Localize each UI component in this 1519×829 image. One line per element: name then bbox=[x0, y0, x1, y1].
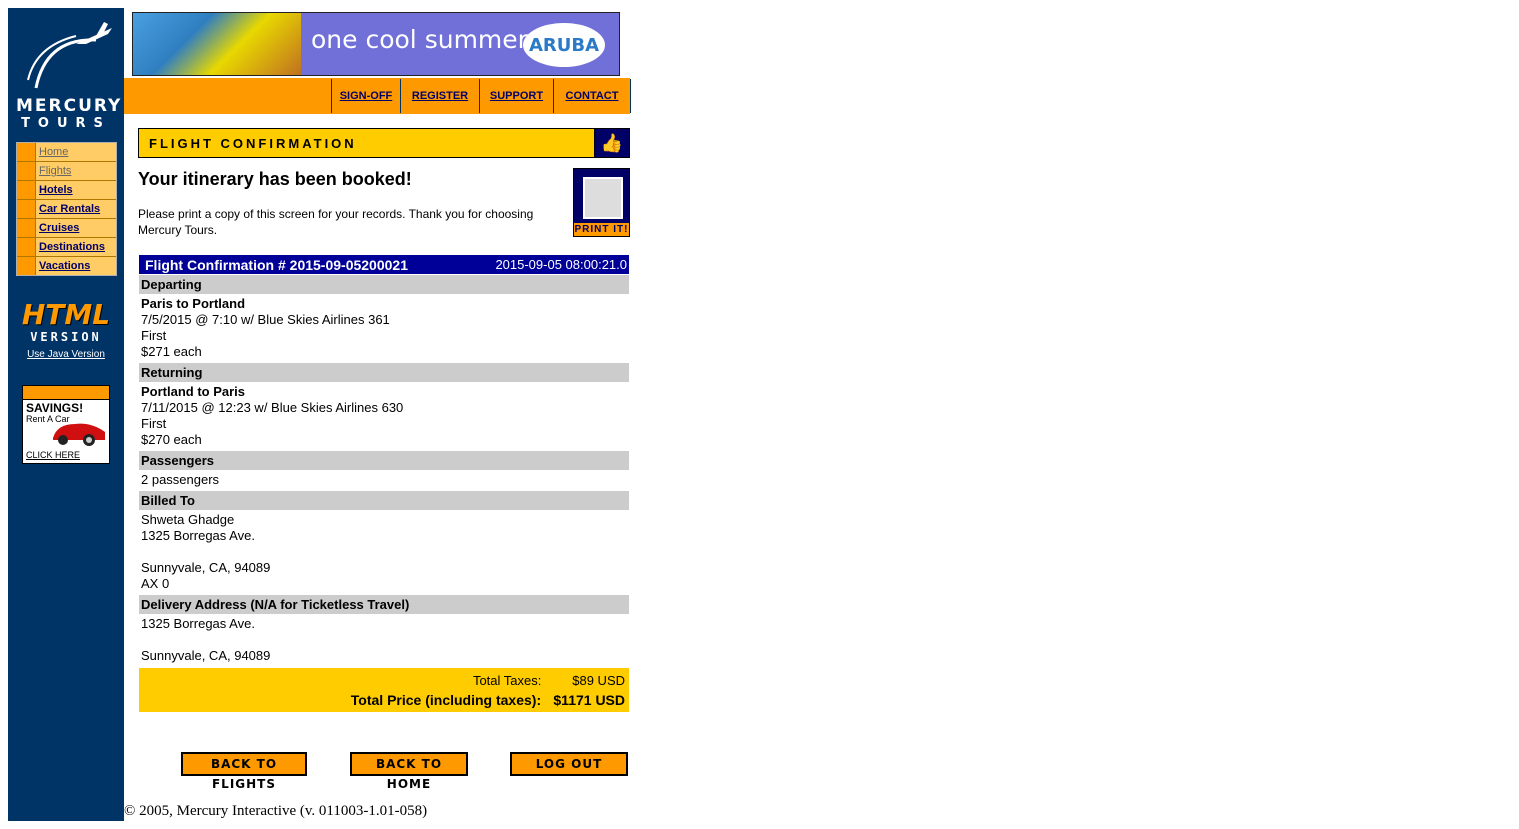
promo-banner[interactable]: one cool summer ARUBA bbox=[132, 12, 620, 76]
confirmation-header: Flight Confirmation # 2015-09-05200021 2… bbox=[139, 255, 629, 274]
thumbs-up-icon: 👍 bbox=[594, 129, 629, 157]
billed-address: 1325 Borregas Ave. bbox=[141, 528, 255, 543]
confirmation-timestamp: 2015-09-05 08:00:21.0 bbox=[495, 257, 627, 272]
sign-off-link[interactable]: SIGN-OFF bbox=[332, 79, 401, 113]
ad-title: SAVINGS! bbox=[26, 401, 84, 415]
sidebar-item-hotels[interactable]: Hotels bbox=[17, 181, 116, 200]
html-version-title: HTML bbox=[21, 298, 111, 331]
billed-city: Sunnyvale, CA, 94089 bbox=[141, 560, 271, 575]
sidebar-item-vacations[interactable]: Vacations bbox=[17, 257, 116, 275]
sidebar-item-home[interactable]: Home bbox=[17, 143, 116, 162]
passenger-count: 2 passengers bbox=[141, 472, 220, 487]
booked-heading: Your itinerary has been booked! bbox=[138, 169, 412, 189]
printer-icon bbox=[583, 177, 623, 219]
page-title: FLIGHT CONFIRMATION bbox=[149, 136, 357, 151]
departing-class: First bbox=[141, 328, 167, 343]
print-label: PRINT IT! bbox=[574, 223, 629, 236]
delivery-address: 1325 Borregas Ave. bbox=[141, 616, 255, 631]
mercury-tours-logo[interactable]: MERCURY TOURS bbox=[16, 18, 123, 133]
sidebar-item-cruises[interactable]: Cruises bbox=[17, 219, 116, 238]
nav-bullet bbox=[17, 238, 36, 256]
sidebar-nav: Home Flights Hotels Car Rentals Cruises … bbox=[16, 142, 117, 276]
billed-card: AX 0 bbox=[141, 576, 170, 591]
sidebar-item-car-rentals[interactable]: Car Rentals bbox=[17, 200, 116, 219]
ad-top-bar bbox=[23, 386, 109, 400]
log-out-button[interactable]: LOG OUT bbox=[510, 752, 628, 776]
register-link[interactable]: REGISTER bbox=[401, 79, 480, 113]
contact-link[interactable]: CONTACT bbox=[554, 79, 631, 113]
sidebar-item-label[interactable]: Destinations bbox=[36, 238, 105, 256]
delivery-details: 1325 Borregas Ave. Sunnyvale, CA, 94089 bbox=[139, 614, 629, 666]
copyright-footer: © 2005, Mercury Interactive (v. 011003-1… bbox=[124, 803, 428, 819]
sidebar-item-destinations[interactable]: Destinations bbox=[17, 238, 116, 257]
back-to-flights-button[interactable]: BACK TO FLIGHTS bbox=[181, 752, 307, 791]
aruba-logo: ARUBA bbox=[523, 23, 605, 67]
confirmation-table: Flight Confirmation # 2015-09-05200021 2… bbox=[139, 255, 629, 712]
passengers-section-label: Passengers bbox=[139, 451, 629, 470]
billed-to-details: Shweta Ghadge 1325 Borregas Ave. Sunnyva… bbox=[139, 510, 629, 594]
support-link[interactable]: SUPPORT bbox=[480, 79, 554, 113]
print-note: Please print a copy of this screen for y… bbox=[138, 207, 534, 237]
ad-cta[interactable]: CLICK HERE bbox=[26, 450, 80, 460]
banner-tagline: one cool summer bbox=[311, 25, 528, 54]
total-price-label: Total Price (including taxes): bbox=[350, 692, 542, 708]
banner-photo bbox=[133, 13, 301, 75]
returning-section-label: Returning bbox=[139, 363, 629, 382]
brand-line1: MERCURY bbox=[16, 96, 123, 116]
departing-price: $271 each bbox=[141, 344, 202, 359]
passengers-details: 2 passengers bbox=[139, 470, 629, 490]
nav-bullet bbox=[17, 162, 36, 180]
billed-name: Shweta Ghadge bbox=[141, 512, 235, 527]
returning-details: Portland to Paris 7/11/2015 @ 12:23 w/ B… bbox=[139, 382, 629, 450]
sidebar-item-label[interactable]: Cruises bbox=[36, 219, 79, 237]
returning-class: First bbox=[141, 416, 167, 431]
returning-price: $270 each bbox=[141, 432, 202, 447]
rent-a-car-ad[interactable]: SAVINGS! Rent A Car CLICK HERE bbox=[22, 385, 110, 464]
total-taxes-row: Total Taxes: $89 USD bbox=[473, 673, 625, 688]
returning-route: Portland to Paris bbox=[141, 384, 246, 399]
delivery-city: Sunnyvale, CA, 94089 bbox=[141, 648, 271, 663]
nav-bullet bbox=[17, 181, 36, 199]
sidebar-item-label[interactable]: Vacations bbox=[36, 257, 90, 275]
back-to-home-button[interactable]: BACK TO HOME bbox=[350, 752, 468, 791]
use-java-version-link[interactable]: Use Java Version bbox=[27, 349, 105, 360]
sidebar-item-label[interactable]: Hotels bbox=[36, 181, 73, 199]
sidebar-item-label[interactable]: Flights bbox=[36, 162, 71, 180]
total-price-row: Total Price (including taxes): $1171 USD bbox=[351, 692, 625, 708]
top-nav-bar: SIGN-OFF REGISTER SUPPORT CONTACT bbox=[124, 78, 631, 114]
sidebar: MERCURY TOURS Home Flights Hotels Car Re… bbox=[8, 8, 124, 821]
sidebar-item-label[interactable]: Home bbox=[36, 143, 68, 161]
departing-route: Paris to Portland bbox=[141, 296, 246, 311]
billed-to-section-label: Billed To bbox=[139, 491, 629, 510]
nav-bullet bbox=[17, 200, 36, 218]
sidebar-item-flights[interactable]: Flights bbox=[17, 162, 116, 181]
confirmation-number: Flight Confirmation # 2015-09-05200021 bbox=[145, 257, 408, 273]
car-icon bbox=[53, 423, 105, 446]
page-title-bar: FLIGHT CONFIRMATION 👍 bbox=[138, 128, 630, 158]
delivery-section-label: Delivery Address (N/A for Ticketless Tra… bbox=[139, 595, 629, 614]
returning-flight: 7/11/2015 @ 12:23 w/ Blue Skies Airlines… bbox=[141, 400, 404, 415]
html-version-subtitle: VERSION bbox=[30, 330, 102, 344]
sidebar-item-label[interactable]: Car Rentals bbox=[36, 200, 100, 218]
departing-flight: 7/5/2015 @ 7:10 w/ Blue Skies Airlines 3… bbox=[141, 312, 390, 327]
totals-box: Total Taxes: $89 USD Total Price (includ… bbox=[139, 668, 629, 712]
total-taxes-value: $89 USD bbox=[572, 673, 625, 688]
nav-bullet bbox=[17, 143, 36, 161]
departing-section-label: Departing bbox=[139, 275, 629, 294]
total-price-value: $1171 USD bbox=[553, 692, 625, 708]
print-button[interactable]: PRINT IT! bbox=[573, 168, 630, 237]
html-version-badge: HTML VERSION Use Java Version bbox=[20, 300, 112, 362]
departing-details: Paris to Portland 7/5/2015 @ 7:10 w/ Blu… bbox=[139, 294, 629, 362]
brand-line2: TOURS bbox=[21, 116, 111, 131]
total-taxes-label: Total Taxes: bbox=[472, 673, 542, 688]
nav-bullet bbox=[17, 257, 36, 275]
nav-bullet bbox=[17, 219, 36, 237]
plane-icon bbox=[27, 22, 112, 89]
